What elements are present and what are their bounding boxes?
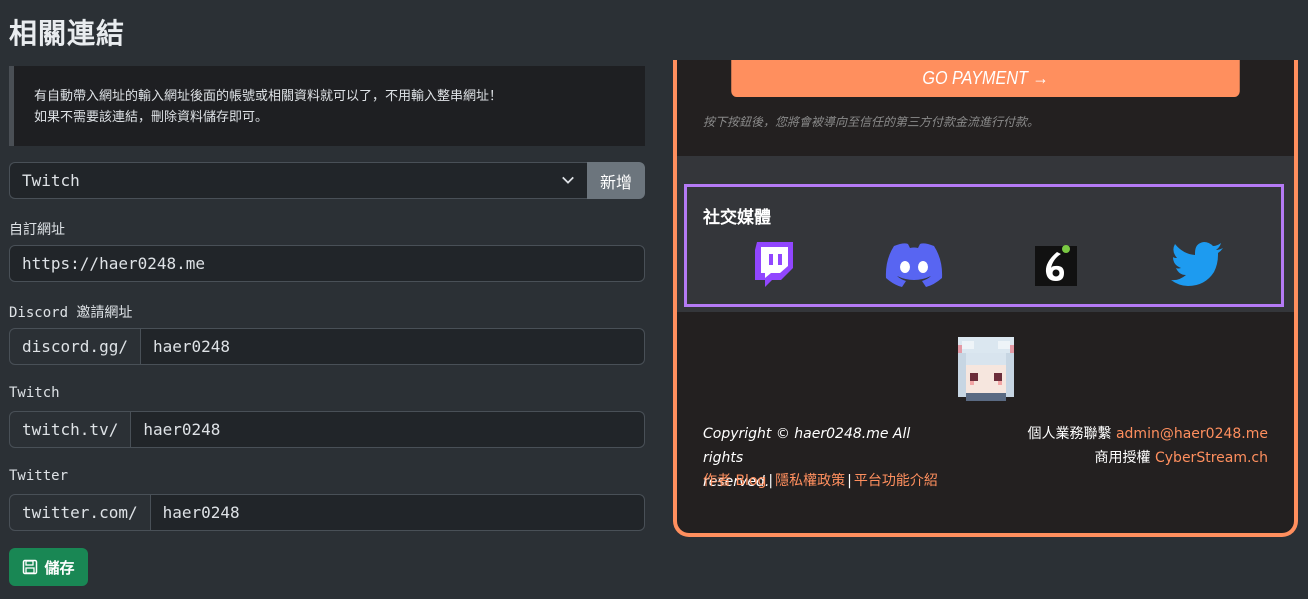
streamlabs-icon[interactable]: [1033, 242, 1079, 288]
link-separator: |: [847, 473, 852, 489]
social-media-title: 社交媒體: [703, 208, 771, 228]
note-line-2: 如果不需要該連結，刪除資料儲存即可。: [34, 110, 269, 125]
discord-input-group: discord.gg/ haer0248: [9, 328, 645, 365]
avatar: [954, 337, 1018, 401]
twitch-input-group: twitch.tv/ haer0248: [9, 411, 645, 448]
twitter-input-group: twitter.com/ haer0248: [9, 494, 645, 531]
twitch-prefix: twitch.tv/: [9, 411, 132, 448]
custom-url-label: 自訂網址: [9, 222, 65, 238]
twitter-label: Twitter: [9, 468, 69, 484]
discord-input[interactable]: haer0248: [140, 328, 645, 365]
twitch-label: Twitch: [9, 385, 60, 401]
discord-label: Discord 邀請網址: [9, 305, 133, 321]
features-link[interactable]: 平台功能介紹: [854, 473, 938, 489]
floppy-disk-icon: [23, 559, 38, 575]
twitter-input[interactable]: haer0248: [150, 494, 645, 531]
contact-info: 個人業務聯繫 admin@haer0248.me 商用授權 CyberStrea…: [1028, 422, 1268, 470]
author-blog-link[interactable]: 作者 Blog: [703, 473, 766, 489]
social-media-box: 社交媒體: [684, 184, 1284, 307]
profile-preview-card: GO PAYMENT → 按下按鈕後，您將會被導向至信任的第三方付款金流進行付款…: [673, 60, 1298, 537]
platform-select-value: Twitch: [22, 171, 80, 190]
privacy-policy-link[interactable]: 隱私權政策: [775, 473, 845, 489]
page-title: 相關連結: [9, 17, 126, 50]
discord-icon[interactable]: [884, 242, 944, 288]
footer-links: 作者 Blog | 隱私權政策 | 平台功能介紹: [703, 470, 938, 490]
license-label: 商用授權: [1094, 450, 1151, 466]
platform-select[interactable]: Twitch: [9, 162, 587, 199]
payment-note: 按下按鈕後，您將會被導向至信任的第三方付款金流進行付款。: [703, 115, 1040, 129]
chevron-down-icon: [562, 176, 574, 184]
info-note: 有自動帶入網址的輸入網址後面的帳號或相關資料就可以了，不用輸入整串網址！ 如果不…: [9, 66, 645, 146]
twitch-icon[interactable]: [753, 242, 795, 288]
copyright-line-1: Copyright © haer0248.me All rights: [703, 426, 911, 466]
custom-url-input[interactable]: https://haer0248.me: [9, 245, 645, 282]
link-separator: |: [768, 473, 774, 489]
save-label: 儲存: [44, 558, 75, 577]
note-line-1: 有自動帶入網址的輸入網址後面的帳號或相關資料就可以了，不用輸入整串網址！: [34, 89, 503, 104]
contact-label: 個人業務聯繫: [1027, 426, 1112, 442]
add-button[interactable]: 新增: [587, 162, 645, 199]
social-media-section: 社交媒體: [677, 156, 1294, 312]
license-link[interactable]: CyberStream.ch: [1155, 450, 1268, 466]
save-button[interactable]: 儲存: [9, 548, 88, 586]
platform-select-row: Twitch 新增: [9, 162, 645, 199]
twitter-icon[interactable]: [1171, 242, 1225, 288]
twitch-input[interactable]: haer0248: [131, 411, 645, 448]
go-payment-button[interactable]: GO PAYMENT →: [731, 60, 1240, 97]
discord-prefix: discord.gg/: [9, 328, 141, 365]
contact-email-link[interactable]: admin@haer0248.me: [1116, 426, 1268, 442]
twitter-prefix: twitter.com/: [9, 494, 151, 531]
